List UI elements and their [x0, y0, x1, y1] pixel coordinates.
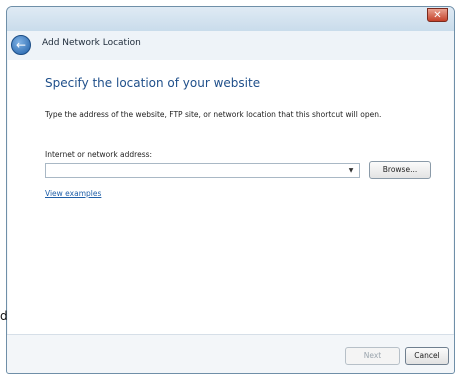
address-label: Internet or network address:: [45, 150, 153, 159]
dropdown-arrow-icon[interactable]: ▼: [345, 165, 357, 176]
next-button[interactable]: Next: [345, 347, 400, 365]
close-button[interactable]: ✕: [427, 8, 448, 22]
dialog-title: Add Network Location: [42, 38, 141, 48]
dialog-header: ← Add Network Location: [7, 31, 454, 60]
dialog-content: Specify the location of your website Typ…: [8, 60, 453, 334]
stray-text: d: [0, 309, 8, 323]
address-combobox[interactable]: ▼: [45, 163, 360, 178]
footer-divider: [7, 334, 454, 335]
address-input[interactable]: [46, 164, 345, 177]
back-button[interactable]: ←: [11, 35, 31, 55]
cancel-button[interactable]: Cancel: [405, 347, 449, 365]
instruction-text: Type the address of the website, FTP sit…: [45, 110, 382, 119]
title-bar[interactable]: ✕: [7, 7, 454, 31]
page-heading: Specify the location of your website: [45, 76, 261, 90]
browse-button[interactable]: Browse...: [369, 161, 431, 179]
view-examples-link[interactable]: View examples: [45, 189, 101, 198]
dialog-window: ✕ ← Add Network Location Specify the loc…: [6, 6, 455, 374]
